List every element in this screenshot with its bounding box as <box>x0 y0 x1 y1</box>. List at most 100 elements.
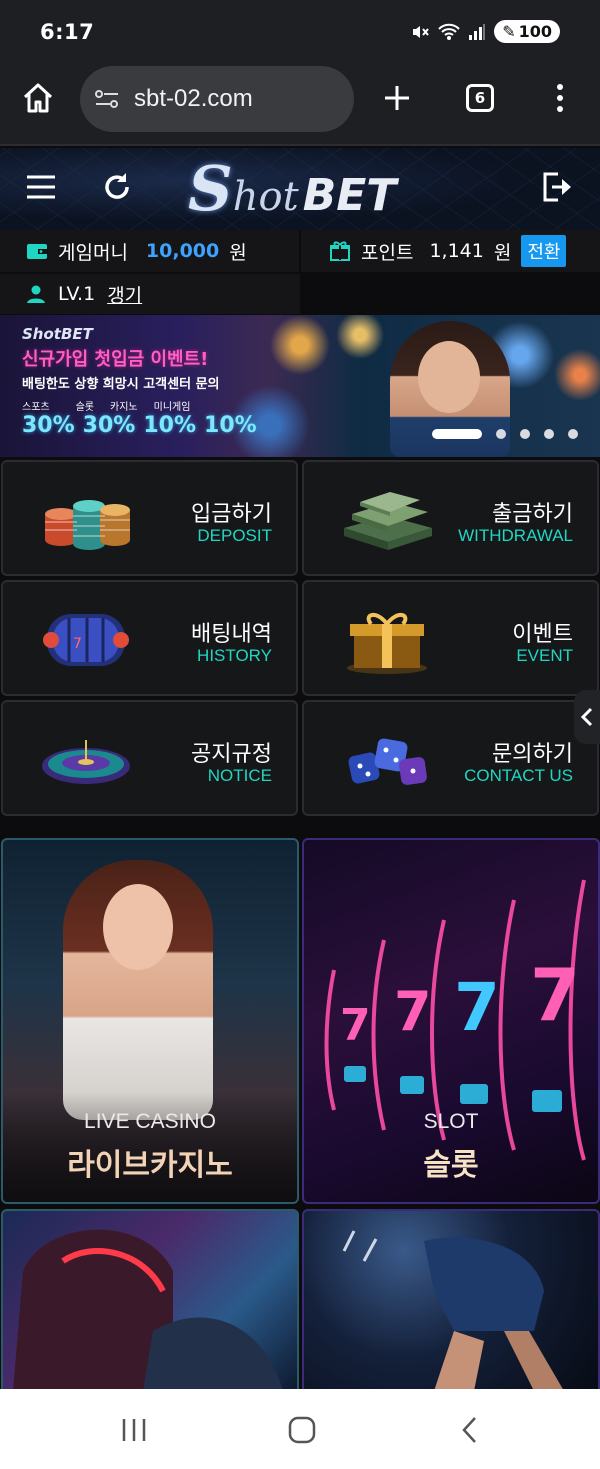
battery-indicator: ✎ 100 <box>494 20 560 43</box>
back-nav-button[interactable] <box>452 1413 488 1447</box>
renew-link[interactable]: 갱기 <box>107 281 142 308</box>
site-settings-icon[interactable] <box>94 88 120 110</box>
banner-categories: 스포츠 슬롯 카지노 미니게임 <box>22 398 257 413</box>
menu-contact[interactable]: 문의하기 CONTACT US <box>302 700 599 816</box>
refresh-icon <box>105 173 129 199</box>
menu-label-ko: 출금하기 <box>492 502 573 527</box>
svg-text:7: 7 <box>73 636 82 652</box>
system-nav-bar <box>0 1389 600 1469</box>
game-title-en: SLOT <box>423 1110 479 1133</box>
hamburger-menu-button[interactable] <box>24 172 60 208</box>
game-title-en: LIVE CASINO <box>84 1110 216 1133</box>
account-info-row: 게임머니 10,000 원 포인트 1,141 원 전환 <box>0 230 600 272</box>
menu-label-en: NOTICE <box>207 766 272 785</box>
game-card-live-casino[interactable]: LIVE CASINO 라이브카지노 <box>1 838 299 1204</box>
status-time: 6:17 <box>40 20 95 44</box>
game-title-ko: 라이브카지노 <box>67 1148 233 1183</box>
promo-banner[interactable]: ShotBET 신규가입 첫입금 이벤트! 배팅한도 상향 희망시 고객센터 문… <box>0 315 600 457</box>
menu-event[interactable]: 이벤트 EVENT <box>302 580 599 696</box>
level-row: LV.1 갱기 <box>0 272 300 314</box>
roulette-icon <box>42 740 130 784</box>
carousel-dot[interactable] <box>520 429 530 439</box>
gift-icon <box>330 241 350 261</box>
points-label: 포인트 <box>361 241 414 264</box>
banner-category: 스포츠 <box>22 402 50 413</box>
menu-label-en: WITHDRAWAL <box>458 526 573 545</box>
svg-text:7: 7 <box>454 969 500 1046</box>
points-unit: 원 <box>493 241 512 264</box>
menu-label-ko: 배팅내역 <box>191 622 272 647</box>
money-label: 게임머니 <box>58 241 128 264</box>
hamburger-icon <box>27 175 55 199</box>
menu-label-ko: 공지규정 <box>191 742 272 767</box>
logout-icon <box>543 172 571 202</box>
svg-text:7: 7 <box>530 953 580 1037</box>
banner-percent: 30% <box>82 413 136 438</box>
game-title-ko: 슬롯 <box>423 1148 479 1183</box>
address-bar[interactable]: sbt-02.com <box>80 66 354 132</box>
carousel-dots <box>432 429 578 439</box>
menu-deposit[interactable]: 입금하기 DEPOSIT <box>1 460 298 576</box>
game-money: 게임머니 10,000 원 <box>0 230 299 272</box>
cash-stack-icon <box>344 492 432 550</box>
banner-category: 미니게임 <box>153 402 191 413</box>
convert-points-button[interactable]: 전환 <box>521 235 567 267</box>
menu-history[interactable]: 7 배팅내역 HISTORY <box>1 580 298 696</box>
svg-text:7: 7 <box>340 1000 371 1051</box>
menu-withdrawal[interactable]: 출금하기 WITHDRAWAL <box>302 460 599 576</box>
battery-leaf-icon: ✎ <box>502 22 516 41</box>
game-card-minigame[interactable] <box>302 1209 600 1389</box>
carousel-dot[interactable] <box>432 429 482 439</box>
logout-button[interactable] <box>540 170 576 206</box>
menu-label-ko: 문의하기 <box>492 742 573 767</box>
recents-icon <box>122 1419 146 1441</box>
points: 포인트 1,141 원 전환 <box>301 230 600 272</box>
money-value: 10,000 <box>145 240 220 262</box>
user-level: LV.1 <box>58 283 96 305</box>
banner-category: 슬롯 <box>75 402 95 413</box>
wallet-icon <box>27 244 47 259</box>
browser-menu-button[interactable] <box>540 78 580 118</box>
menu-label-en: DEPOSIT <box>197 526 272 545</box>
home-button[interactable] <box>18 78 58 118</box>
dice-icon <box>348 738 427 785</box>
banner-logo: ShotBET <box>22 325 93 343</box>
logo-hot: hot <box>232 174 299 220</box>
banner-text: ShotBET 신규가입 첫입금 이벤트! 배팅한도 상향 희망시 고객센터 문… <box>22 325 257 438</box>
game-card-sports[interactable] <box>1 1209 299 1389</box>
status-icons: ✎ 100 <box>410 20 560 43</box>
user-icon <box>27 285 45 303</box>
menu-notice[interactable]: 공지규정 NOTICE <box>1 700 298 816</box>
game-card-slot[interactable]: 7 7 7 7 SLOT 슬롯 <box>302 838 600 1204</box>
points-value: 1,141 <box>429 240 484 262</box>
side-drawer-handle[interactable] <box>574 690 600 744</box>
runner-image <box>342 1230 563 1389</box>
banner-percent: 10% <box>143 413 197 438</box>
sports-helmet-image <box>13 1229 283 1389</box>
status-bar: 6:17 ✎ 100 <box>0 0 600 64</box>
menu-label-ko: 이벤트 <box>512 622 573 647</box>
tab-switcher-button[interactable]: 6 <box>460 78 500 118</box>
menu-label-en: HISTORY <box>197 646 272 665</box>
menu-label-ko: 입금하기 <box>191 502 272 527</box>
recent-apps-button[interactable] <box>116 1413 152 1447</box>
carousel-dot[interactable] <box>568 429 578 439</box>
money-unit: 원 <box>229 241 247 264</box>
battery-level: 100 <box>518 22 552 41</box>
carousel-dot[interactable] <box>544 429 554 439</box>
live-casino-model-face <box>103 884 173 970</box>
more-vert-icon <box>557 84 563 112</box>
chips-icon <box>45 500 130 550</box>
home-nav-button[interactable] <box>284 1413 320 1447</box>
home-icon <box>23 83 53 113</box>
refresh-button[interactable] <box>100 170 136 206</box>
carousel-dot[interactable] <box>496 429 506 439</box>
back-icon <box>462 1417 476 1443</box>
banner-model-face <box>418 341 480 413</box>
gift-box-icon <box>347 613 427 674</box>
banner-percent: 30% <box>22 413 75 438</box>
new-tab-button[interactable] <box>377 78 417 118</box>
site-logo[interactable]: S hot BET <box>188 158 397 221</box>
logo-bet: BET <box>302 170 397 221</box>
browser-toolbar: sbt-02.com 6 <box>0 64 600 146</box>
